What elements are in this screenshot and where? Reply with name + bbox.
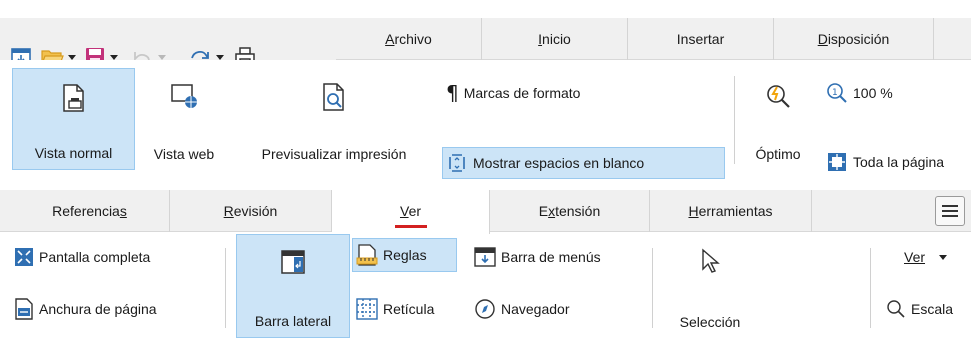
tab-archivo-label-rest: rchivo [394, 31, 432, 47]
tab-revision-label: R [223, 203, 234, 219]
tab-archivo[interactable]: Archivo [336, 18, 482, 60]
pilcrow-icon: ¶ [446, 81, 459, 105]
page-width-icon [14, 298, 34, 320]
barra-de-menus-label: Barra de menús [501, 249, 601, 265]
reglas-label: Reglas [383, 247, 427, 263]
toda-la-pagina-label: Toda la página [853, 154, 945, 170]
navegador-button[interactable]: Navegador [474, 294, 570, 324]
ruler-icon [356, 244, 378, 266]
tab-herramientas-label-rest: erramientas [698, 203, 773, 219]
chevron-down-icon[interactable] [216, 54, 224, 60]
cursor-icon [699, 248, 721, 277]
tab-ver-label: V [399, 203, 409, 219]
active-tab-indicator [394, 225, 427, 228]
barra-lateral-label: Barra lateral [254, 313, 332, 329]
barra-de-menus-button[interactable]: Barra de menús [474, 242, 601, 272]
menubar-icon [474, 247, 496, 267]
navegador-label: Navegador [501, 301, 570, 317]
vista-normal-button[interactable]: Vista normal [12, 68, 135, 170]
pantalla-completa-label: Pantalla completa [39, 249, 151, 265]
tab-revision-label-rest: evisión [233, 203, 278, 219]
tab-referencias[interactable]: Referencias [10, 190, 170, 232]
tab-referencias-label: Referencia [52, 203, 120, 219]
tab-ver[interactable]: Ver [332, 190, 490, 234]
tab-ver-label-rest: er [408, 203, 422, 219]
tab-disposicion-label: D [817, 31, 828, 47]
tab-extension-label-rest: tensión [555, 203, 601, 219]
tab-disposicion-label-rest: isposición [827, 31, 890, 47]
zoom-100-icon: 1 [826, 82, 848, 104]
tab-revision[interactable]: Revisión [170, 190, 332, 232]
tab-extension-label: E [538, 203, 549, 219]
chevron-down-icon[interactable] [68, 54, 76, 60]
marcas-de-formato-label: Marcas de formato [463, 85, 581, 101]
hamburger-icon [942, 205, 958, 217]
fullscreen-icon [14, 247, 34, 267]
compass-icon [474, 298, 496, 320]
mostrar-espacios-label: Mostrar espacios en blanco [473, 155, 645, 171]
grid-icon [356, 298, 378, 320]
tab-extension[interactable]: Extensión [490, 190, 650, 232]
reticula-label: Retícula [383, 301, 435, 317]
tab-inicio-label-rest: nicio [542, 31, 571, 47]
zoom-100-label: 100 % [853, 85, 893, 101]
optimo-label: Óptimo [755, 146, 801, 162]
tab-disposicion[interactable]: Disposición [774, 18, 934, 60]
whole-page-icon [826, 151, 848, 173]
reglas-button[interactable]: Reglas [352, 238, 457, 272]
top-tab-strip: Archivo Inicio Insertar Disposición [0, 18, 971, 78]
tab-inicio[interactable]: Inicio [482, 18, 628, 60]
escala-button[interactable]: Escala [886, 294, 953, 324]
bottom-ribbon: Referencias Revisión Ver Extensión Herra… [0, 190, 971, 342]
seleccion-label: Selección [679, 314, 741, 330]
tab-herramientas-label: H [688, 203, 699, 219]
optimo-button[interactable]: Óptimo [742, 68, 814, 170]
top-panel: Vista normal Vista web Previsualizar imp… [0, 60, 971, 179]
barra-lateral-button[interactable]: Barra lateral [236, 234, 350, 338]
escala-label: Escala [911, 301, 954, 317]
anchura-de-pagina-button[interactable]: Anchura de página [14, 294, 157, 324]
svg-text:1: 1 [832, 88, 838, 98]
separator [225, 248, 226, 328]
pantalla-completa-button[interactable]: Pantalla completa [14, 242, 150, 272]
normal-view-icon [61, 83, 87, 116]
mostrar-espacios-button[interactable]: Mostrar espacios en blanco [442, 147, 725, 179]
seleccion-button[interactable]: Selección [662, 234, 758, 338]
chevron-down-icon [939, 254, 948, 260]
bottom-panel: Pantalla completa Anchura de página Barr… [0, 234, 971, 342]
tab-herramientas[interactable]: Herramientas [650, 190, 812, 232]
ver-dropdown-button[interactable]: Ver [904, 242, 948, 272]
print-preview-icon [321, 82, 347, 115]
separator [734, 76, 735, 164]
vista-web-label: Vista web [153, 146, 215, 162]
separator [870, 248, 871, 328]
hamburger-menu-button[interactable] [935, 196, 965, 226]
whitespace-icon [446, 153, 468, 173]
toda-la-pagina-button[interactable]: Toda la página [826, 147, 944, 177]
tab-insertar-label: Insertar [676, 31, 725, 47]
top-ribbon: Archivo Inicio Insertar Disposición Vist… [0, 0, 971, 179]
previsualizar-impresion-button[interactable]: Previsualizar impresión [234, 68, 434, 170]
bottom-tab-strip: Referencias Revisión Ver Extensión Herra… [0, 190, 971, 234]
vista-web-button[interactable]: Vista web [138, 68, 230, 170]
web-view-icon [169, 82, 199, 113]
tab-insertar[interactable]: Insertar [628, 18, 774, 60]
previsualizar-impresion-label: Previsualizar impresión [261, 146, 407, 162]
anchura-de-pagina-label: Anchura de página [39, 301, 157, 317]
zoom-100-button[interactable]: 1 100 % [826, 78, 893, 108]
sidebar-icon [280, 249, 306, 278]
vista-normal-label: Vista normal [34, 145, 113, 161]
chevron-down-icon[interactable] [158, 54, 166, 60]
optimal-zoom-icon [763, 82, 793, 113]
marcas-de-formato-button[interactable]: ¶ Marcas de formato [446, 78, 580, 108]
zoom-icon [886, 299, 906, 319]
chevron-down-icon[interactable] [110, 54, 118, 60]
ver-dropdown-label: Ver [904, 249, 926, 265]
separator [652, 248, 653, 328]
tab-referencias-label-u: s [119, 203, 127, 219]
reticula-button[interactable]: Retícula [356, 294, 434, 324]
